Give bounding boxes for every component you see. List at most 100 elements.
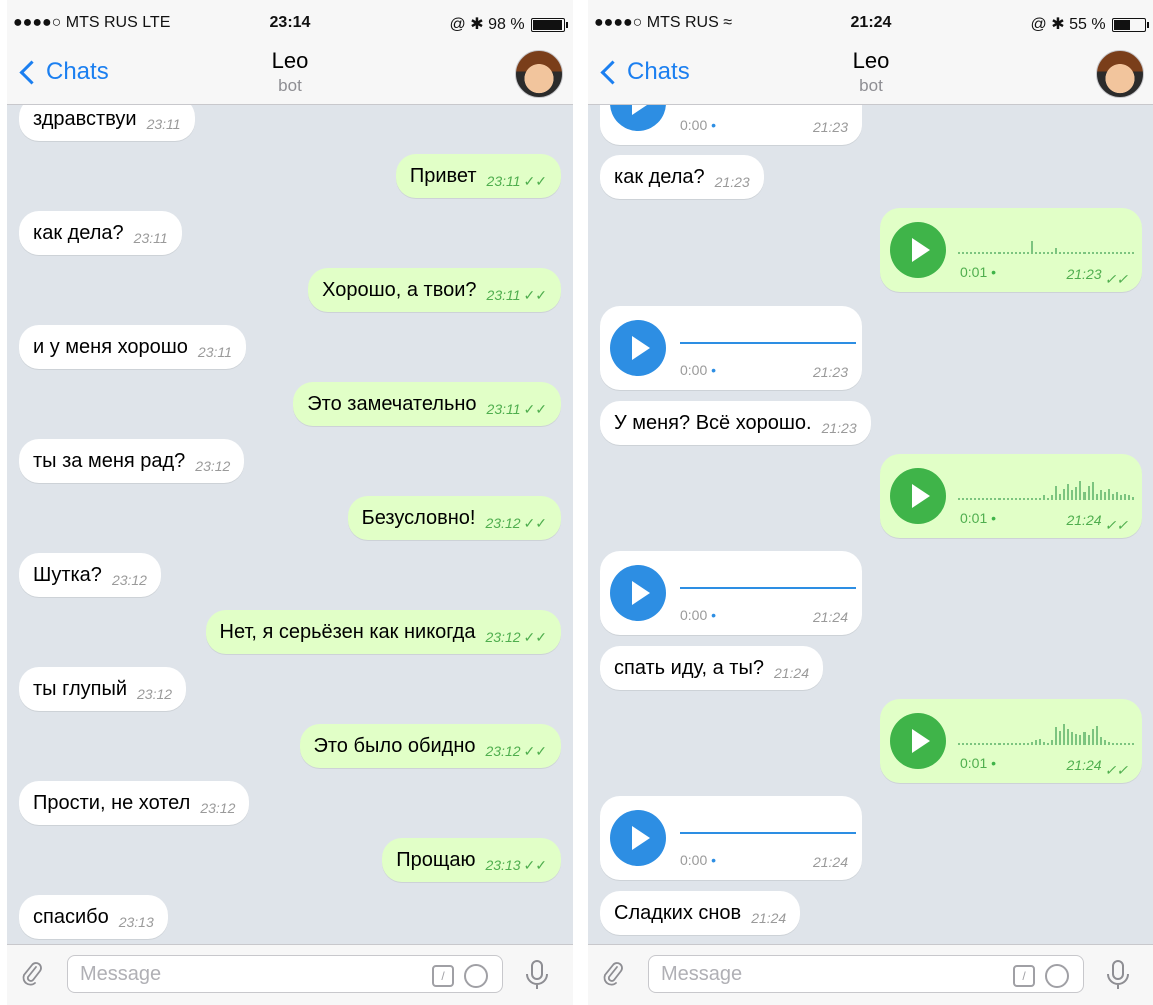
slash-command-icon[interactable]: /	[1013, 965, 1035, 987]
message-time: 21:24	[1066, 512, 1102, 528]
message-time: 23:11	[486, 287, 521, 303]
message-time: 23:11	[146, 116, 181, 132]
nav-bar: Chats Leo bot	[7, 40, 573, 105]
double-check-icon: ✓✓	[523, 628, 547, 645]
message-bubble-outgoing: Это было обидно 23:12 ✓✓	[299, 724, 561, 768]
message-time: 21:23	[812, 364, 848, 380]
message-time: 21:24	[751, 910, 787, 926]
chat-subtitle: bot	[859, 76, 883, 95]
message-time: 23:13	[118, 914, 154, 930]
message-time: 23:12	[200, 800, 236, 816]
battery-icon	[1112, 17, 1149, 32]
message-time: 23:12	[485, 743, 521, 759]
nav-bar: Chats Leo bot	[588, 40, 1153, 105]
message-time: 21:23	[821, 420, 857, 436]
voice-message-incoming: 0:00 • 21:23	[600, 105, 862, 145]
slash-command-icon[interactable]: /	[432, 965, 454, 987]
message-time: 23:12	[111, 572, 147, 588]
double-check-icon: ✓✓	[523, 514, 547, 531]
microphone-icon[interactable]	[1100, 957, 1136, 993]
message-time: 23:11	[197, 344, 232, 360]
message-bubble-outgoing: Безусловно! 23:12 ✓✓	[347, 496, 561, 540]
voice-duration: 0:00	[680, 362, 708, 378]
chat-title: Leo	[852, 48, 890, 73]
message-time: 23:12	[195, 458, 231, 474]
battery-icon	[531, 17, 568, 32]
message-bubble-incoming: Шутка? 23:12	[19, 553, 161, 597]
message-text: ты глупый	[33, 677, 127, 700]
message-text: спасибо	[33, 905, 109, 928]
play-button[interactable]	[890, 713, 946, 769]
message-time: 23:11	[486, 173, 521, 189]
input-bar: Message /	[7, 944, 573, 1005]
message-time: 21:24	[812, 854, 848, 870]
message-text: Нет, я серьёзен как никогда	[219, 620, 476, 643]
message-bubble-incoming: как дела? 23:11	[19, 211, 182, 255]
avatar[interactable]	[1096, 50, 1144, 98]
play-button[interactable]	[610, 565, 666, 621]
microphone-icon[interactable]	[519, 957, 555, 993]
message-bubble-incoming: Сладких снов 21:24	[600, 891, 801, 935]
message-bubble-outgoing: Это замечательно 23:11 ✓✓	[293, 382, 561, 426]
waveform	[680, 342, 856, 344]
double-check-icon: ✓✓	[523, 400, 547, 417]
message-time: 21:23	[714, 174, 750, 190]
message-bubble-incoming: Прости, не хотел 23:12	[19, 781, 250, 825]
status-right: @ ✱ 98 %	[450, 14, 568, 34]
voice-message-outgoing: 0:01 • 21:24 ✓✓	[880, 454, 1142, 538]
message-list[interactable]: здравствуи 23:11 Привет 23:11 ✓✓ как дела? 23:…	[7, 105, 573, 945]
message-bubble-incoming: как дела? 21:23	[600, 155, 764, 199]
voice-duration-row: 0:00 •	[680, 117, 717, 133]
voice-time-row: 21:24 ✓✓	[1066, 757, 1128, 778]
play-button[interactable]	[890, 222, 946, 278]
message-time: 21:24	[1066, 757, 1102, 773]
double-check-icon: ✓✓	[1104, 517, 1128, 533]
voice-duration-row: 0:00 •	[680, 607, 717, 623]
voice-duration: 0:01	[960, 264, 988, 280]
play-button[interactable]	[610, 810, 666, 866]
message-text: Это замечательно	[307, 392, 477, 415]
paperclip-icon[interactable]	[21, 961, 43, 987]
message-text: Это было обидно	[313, 734, 476, 757]
message-bubble-outgoing: Нет, я серьёзен как никогда 23:12 ✓✓	[205, 610, 561, 654]
message-time: 21:24	[773, 665, 809, 681]
message-bubble-incoming: спать иду, а ты? 21:24	[600, 646, 823, 690]
status-icons-text: @ ✱ 55 %	[1030, 16, 1106, 33]
message-text: Прощаю	[396, 848, 476, 871]
play-button[interactable]	[890, 468, 946, 524]
play-button[interactable]	[610, 320, 666, 376]
play-button[interactable]	[610, 105, 666, 131]
status-bar: ●●●●○ MTS RUS LTE 23:14 @ ✱ 98 %	[7, 0, 573, 40]
voice-duration: 0:01	[960, 755, 988, 771]
paperclip-icon[interactable]	[602, 961, 624, 987]
message-placeholder: Message	[80, 962, 162, 985]
message-bubble-incoming: ты глупый 23:12	[19, 667, 187, 711]
message-text: как дела?	[33, 221, 124, 244]
message-time: 21:24	[812, 609, 848, 625]
double-check-icon: ✓✓	[523, 742, 547, 759]
avatar[interactable]	[515, 50, 563, 98]
message-text: Шутка?	[33, 563, 102, 586]
sticker-icon[interactable]	[1045, 964, 1069, 988]
voice-time-row: 21:23 ✓✓	[1066, 266, 1128, 287]
message-input[interactable]: Message /	[648, 955, 1084, 993]
message-bubble-incoming: здравствуи 23:11	[19, 105, 195, 141]
voice-duration: 0:01	[960, 510, 988, 526]
double-check-icon: ✓✓	[523, 286, 547, 303]
message-bubble-outgoing: Привет 23:11 ✓✓	[395, 154, 561, 198]
message-text: ты за меня рад?	[33, 449, 186, 472]
message-list[interactable]: 0:00 • 21:23 как дела? 21:23 0:01 • 21:2…	[588, 105, 1153, 945]
voice-duration: 0:00	[680, 117, 708, 133]
message-bubble-incoming: спасибо 23:13	[19, 895, 168, 939]
voice-message-outgoing: 0:01 • 21:23 ✓✓	[880, 208, 1142, 292]
waveform	[958, 478, 1135, 500]
message-bubble-incoming: У меня? Всё хорошо. 21:23	[600, 401, 871, 445]
message-text: здравствуи	[33, 107, 137, 130]
message-time: 23:13	[485, 857, 521, 873]
message-input[interactable]: Message /	[67, 955, 503, 993]
sticker-icon[interactable]	[464, 964, 488, 988]
message-placeholder: Message	[661, 962, 743, 985]
chat-title: Leo	[271, 48, 309, 73]
message-time: 23:11	[486, 401, 521, 417]
voice-duration-row: 0:01 •	[960, 264, 997, 280]
